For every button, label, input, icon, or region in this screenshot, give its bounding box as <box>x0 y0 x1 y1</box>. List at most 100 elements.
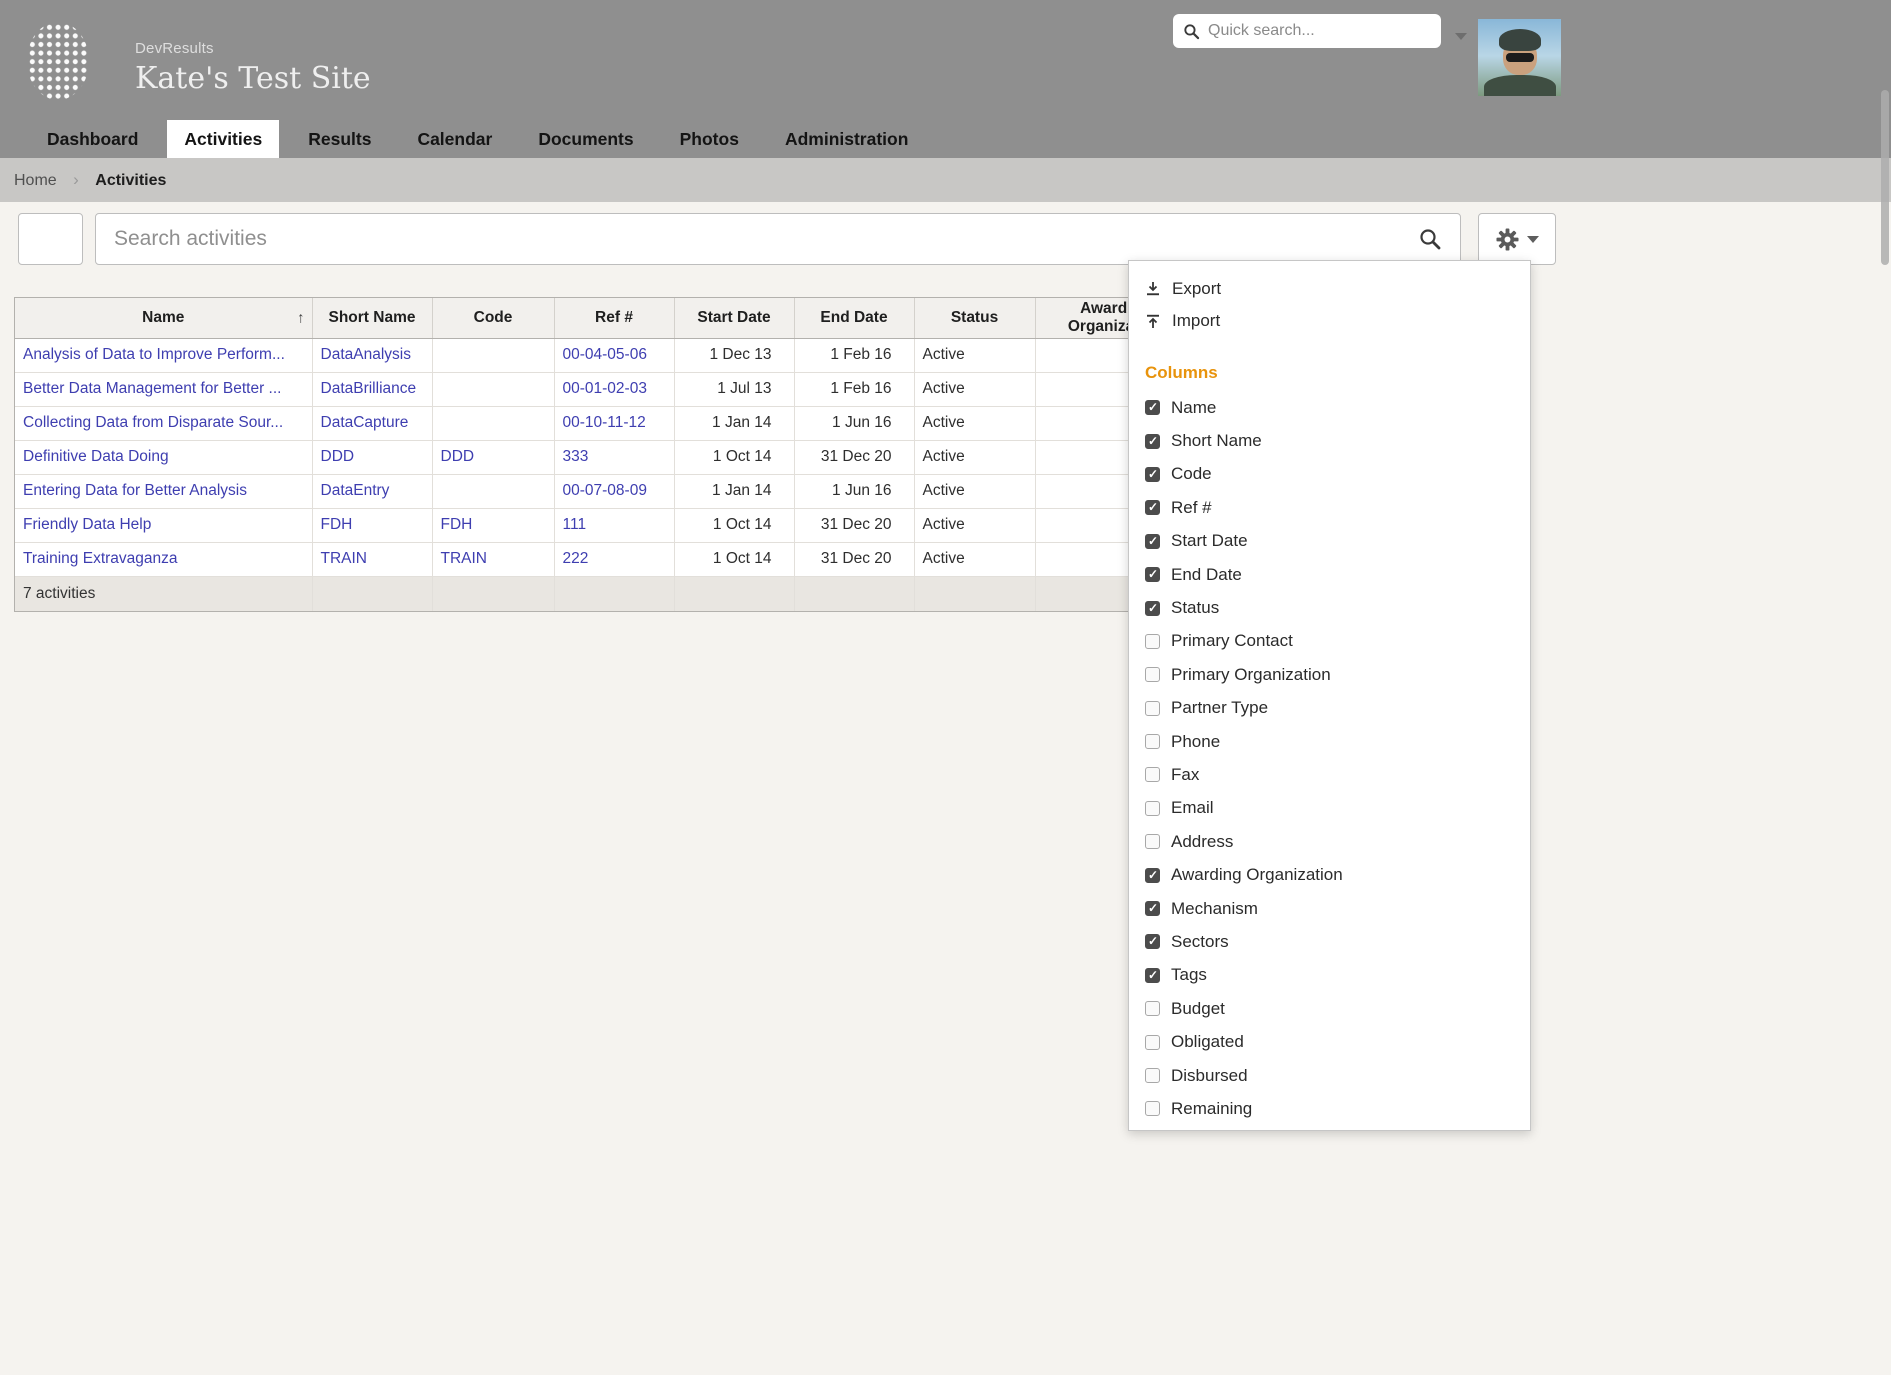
column-toggle-primary-organization[interactable]: Primary Organization <box>1129 658 1530 691</box>
activity-short-name-link[interactable]: DataCapture <box>321 414 409 431</box>
checkbox-checked-icon[interactable] <box>1145 867 1160 883</box>
activities-search[interactable] <box>95 213 1461 265</box>
tab-photos[interactable]: Photos <box>663 120 756 158</box>
column-header-name[interactable]: Name ↑ <box>15 298 313 339</box>
column-header-code[interactable]: Code <box>432 298 555 339</box>
activity-name-link[interactable]: Entering Data for Better Analysis <box>23 482 247 499</box>
checkbox-checked-icon[interactable] <box>1145 466 1160 482</box>
tab-activities[interactable]: Activities <box>167 120 280 158</box>
activity-start-date: 1 Oct 14 <box>674 508 795 543</box>
checkbox-checked-icon[interactable] <box>1145 901 1160 917</box>
activity-short-name-link[interactable]: TRAIN <box>321 550 368 567</box>
user-avatar[interactable] <box>1478 19 1561 96</box>
column-toggle-obligated[interactable]: Obligated <box>1129 1025 1530 1058</box>
tab-administration[interactable]: Administration <box>768 120 925 158</box>
checkbox-checked-icon[interactable] <box>1145 500 1160 516</box>
column-toggle-label: Budget <box>1171 998 1225 1018</box>
column-toggle-phone[interactable]: Phone <box>1129 725 1530 758</box>
tab-dashboard[interactable]: Dashboard <box>30 120 155 158</box>
checkbox-checked-icon[interactable] <box>1145 533 1160 549</box>
column-toggle-tags[interactable]: Tags <box>1129 959 1530 992</box>
checkbox-unchecked-icon[interactable] <box>1145 633 1160 649</box>
activities-search-input[interactable] <box>96 214 1418 264</box>
column-toggle-fax[interactable]: Fax <box>1129 758 1530 791</box>
column-header-start-date[interactable]: Start Date <box>674 298 795 339</box>
activity-short-name-link[interactable]: DDD <box>321 448 355 465</box>
column-toggle-partner-type[interactable]: Partner Type <box>1129 692 1530 725</box>
activity-ref-link[interactable]: 222 <box>563 550 589 567</box>
activity-ref-link[interactable]: 00-10-11-12 <box>563 414 646 431</box>
tab-results[interactable]: Results <box>291 120 388 158</box>
activity-short-name-link[interactable]: DataBrilliance <box>321 380 417 397</box>
activity-name-link[interactable]: Collecting Data from Disparate Sour... <box>23 414 283 431</box>
column-toggle-short-name[interactable]: Short Name <box>1129 424 1530 457</box>
activity-ref-link[interactable]: 111 <box>563 516 587 533</box>
checkbox-unchecked-icon[interactable] <box>1145 734 1160 750</box>
breadcrumb-home-link[interactable]: Home <box>14 172 57 189</box>
export-menu-item[interactable]: Export <box>1129 273 1530 305</box>
column-header-ref[interactable]: Ref # <box>554 298 675 339</box>
column-toggle-status[interactable]: Status <box>1129 591 1530 624</box>
checkbox-checked-icon[interactable] <box>1145 967 1160 983</box>
activity-ref-link[interactable]: 00-04-05-06 <box>563 346 647 363</box>
table-cell: 00-04-05-06 <box>554 338 675 373</box>
activity-code-link[interactable]: FDH <box>441 516 473 533</box>
column-toggle-budget[interactable]: Budget <box>1129 992 1530 1025</box>
column-header-short-name[interactable]: Short Name <box>312 298 433 339</box>
checkbox-checked-icon[interactable] <box>1145 400 1160 416</box>
column-toggle-disbursed[interactable]: Disbursed <box>1129 1059 1530 1092</box>
scrollbar-thumb[interactable] <box>1881 90 1889 265</box>
quick-search-input[interactable] <box>1208 22 1431 40</box>
activity-code-link[interactable]: DDD <box>441 448 475 465</box>
activity-short-name-link[interactable]: DataEntry <box>321 482 390 499</box>
activity-ref-link[interactable]: 333 <box>563 448 589 465</box>
checkbox-unchecked-icon[interactable] <box>1145 1068 1160 1083</box>
activity-short-name-link[interactable]: DataAnalysis <box>321 346 411 363</box>
column-toggle-start-date[interactable]: Start Date <box>1129 525 1530 558</box>
activity-name-link[interactable]: Better Data Management for Better ... <box>23 380 281 397</box>
activity-end-date: 1 Jun 16 <box>794 406 915 441</box>
table-cell: 333 <box>554 440 675 475</box>
activity-code-link[interactable]: TRAIN <box>441 550 488 567</box>
quick-search[interactable] <box>1173 14 1441 48</box>
table-settings-gear-button[interactable] <box>1478 213 1556 265</box>
quick-search-scope-caret-icon[interactable] <box>1455 27 1467 45</box>
filters-menu-button[interactable] <box>18 213 83 265</box>
activity-name-link[interactable]: Definitive Data Doing <box>23 448 169 465</box>
checkbox-unchecked-icon[interactable] <box>1145 667 1160 683</box>
activity-ref-link[interactable]: 00-01-02-03 <box>563 380 647 397</box>
column-header-end-date[interactable]: End Date <box>794 298 915 339</box>
checkbox-unchecked-icon[interactable] <box>1145 767 1160 783</box>
activity-short-name-link[interactable]: FDH <box>321 516 353 533</box>
table-cell: Definitive Data Doing <box>15 440 313 475</box>
column-toggle-remaining[interactable]: Remaining <box>1129 1092 1530 1125</box>
activity-name-link[interactable]: Analysis of Data to Improve Perform... <box>23 346 285 363</box>
tab-calendar[interactable]: Calendar <box>400 120 509 158</box>
column-header-status[interactable]: Status <box>914 298 1036 339</box>
checkbox-checked-icon[interactable] <box>1145 600 1160 616</box>
column-toggle-mechanism[interactable]: Mechanism <box>1129 892 1530 925</box>
checkbox-checked-icon[interactable] <box>1145 934 1160 950</box>
checkbox-unchecked-icon[interactable] <box>1145 800 1160 816</box>
activity-name-link[interactable]: Training Extravaganza <box>23 550 178 567</box>
checkbox-unchecked-icon[interactable] <box>1145 834 1160 850</box>
column-toggle-address[interactable]: Address <box>1129 825 1530 858</box>
tab-documents[interactable]: Documents <box>521 120 650 158</box>
column-toggle-ref[interactable]: Ref # <box>1129 491 1530 524</box>
column-toggle-primary-contact[interactable]: Primary Contact <box>1129 625 1530 658</box>
column-toggle-email[interactable]: Email <box>1129 792 1530 825</box>
activity-name-link[interactable]: Friendly Data Help <box>23 516 151 533</box>
checkbox-checked-icon[interactable] <box>1145 433 1160 449</box>
checkbox-unchecked-icon[interactable] <box>1145 1001 1160 1017</box>
checkbox-checked-icon[interactable] <box>1145 567 1160 583</box>
column-toggle-name[interactable]: Name <box>1129 391 1530 424</box>
import-menu-item[interactable]: Import <box>1129 305 1530 337</box>
activity-ref-link[interactable]: 00-07-08-09 <box>563 482 647 499</box>
column-toggle-awarding-organization[interactable]: Awarding Organization <box>1129 858 1530 891</box>
checkbox-unchecked-icon[interactable] <box>1145 1034 1160 1050</box>
checkbox-unchecked-icon[interactable] <box>1145 1101 1160 1117</box>
column-toggle-sectors[interactable]: Sectors <box>1129 925 1530 958</box>
checkbox-unchecked-icon[interactable] <box>1145 700 1160 716</box>
column-toggle-code[interactable]: Code <box>1129 458 1530 491</box>
column-toggle-end-date[interactable]: End Date <box>1129 558 1530 591</box>
